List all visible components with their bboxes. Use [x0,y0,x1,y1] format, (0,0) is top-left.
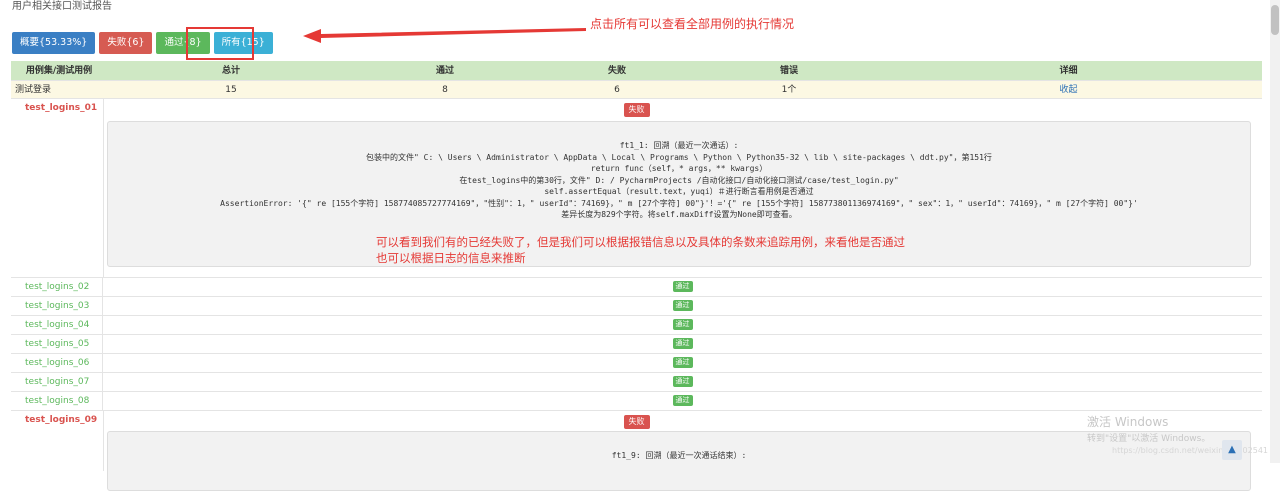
case-name[interactable]: test_logins_05 [11,335,103,353]
header-error: 错误 [779,66,798,76]
scrollbar-thumb[interactable] [1271,5,1279,35]
log-line: 包装中的文件" C: \ Users \ Administrator \ App… [366,152,992,162]
log-line: self.assertEqual（result.text，yuqi）＃进行断言看… [544,187,814,196]
case-row-failed: test_logins_01 失败 ft1_1: 回溯（最近一次通话）: 包装中… [11,99,1262,278]
all-tab-highlight [186,27,254,60]
log-line: ft1_1: 回溯（最近一次通话）: [619,141,739,150]
status-badge[interactable]: 通过 [672,395,693,406]
status-badge[interactable]: 通过 [672,281,693,292]
back-to-top-icon[interactable]: ▲ [1222,440,1242,460]
case-name[interactable]: test_logins_06 [11,354,103,372]
log-line: ft1_9: 回溯（最近一次通话结束）: [611,451,747,460]
summary-fail: 6 [614,85,620,95]
tab-annotation: 点击所有可以查看全部用例的执行情况 [590,17,795,31]
table-row: test_logins_07 通过 [11,373,1262,392]
table-row: test_logins_06 通过 [11,354,1262,373]
fail-annotation-line: 也可以根据日志的信息来推断 [376,251,526,265]
case-row-failed: test_logins_09 失败 ft1_9: 回溯（最近一次通话结束）: [11,411,1262,491]
table-header: 用例集/测试用例 总计 通过 失败 错误 详细 [11,61,1262,81]
status-badge[interactable]: 通过 [672,357,693,368]
scrollbar[interactable] [1270,0,1280,463]
table-row: test_logins_02 通过 [11,278,1262,297]
log-line: AssertionError: '{" re [155个字符] 15877408… [220,198,1138,208]
status-badge[interactable]: 通过 [672,319,693,330]
summary-total: 15 [225,85,237,95]
results-table: 用例集/测试用例 总计 通过 失败 错误 详细 测试登录 15 8 6 1个 收… [11,61,1262,491]
case-name[interactable]: test_logins_04 [11,316,103,334]
log-line: return func（self，* args，** kwargs） [590,164,768,173]
fail-annotation: 可以看到我们有的已经失败了，但是我们可以根据报错信息以及具体的条数来追踪用例，来… [376,234,905,266]
table-row: test_logins_03 通过 [11,297,1262,316]
failed-tab[interactable]: 失败{6} [99,32,153,54]
windows-watermark-sub: 转到"设置"以激活 Windows。 [1087,434,1211,444]
log-line: 在test_logins中的第30行，文件" D: / PycharmProje… [459,175,899,185]
header-case: 用例集/测试用例 [25,66,93,76]
summary-detail: 收起 [875,81,1262,98]
table-row: test_logins_08 通过 [11,392,1262,411]
header-fail: 失败 [607,66,626,76]
csdn-watermark: https://blog.csdn.net/weixin_43802541 [1112,446,1269,455]
collapse-link[interactable]: 收起 [1059,85,1077,95]
page-title: 用户相关接口测试报告 [12,1,112,12]
windows-watermark: 激活 Windows [1087,415,1169,429]
table-row: test_logins_04 通过 [11,316,1262,335]
error-log: ft1_1: 回溯（最近一次通话）: 包装中的文件" C: \ Users \ … [107,121,1251,267]
fail-annotation-line: 可以看到我们有的已经失败了，但是我们可以根据报错信息以及具体的条数来追踪用例，来… [376,235,905,249]
case-name[interactable]: test_logins_02 [11,278,103,296]
summary-tab[interactable]: 概要{53.33%} [12,32,96,54]
table-row: test_logins_05 通过 [11,335,1262,354]
case-name[interactable]: test_logins_08 [11,392,103,410]
summary-name: 测试登录 [15,85,52,95]
header-total: 总计 [221,66,240,76]
status-badge[interactable]: 通过 [672,338,693,349]
annotation-arrow-icon [303,28,586,43]
status-badge[interactable]: 失败 [623,103,650,117]
log-line: 差异长度为829个字符。将self.maxDiff设置为None即可查看。 [561,210,797,219]
case-name[interactable]: test_logins_03 [11,297,103,315]
status-badge[interactable]: 通过 [672,300,693,311]
error-log: ft1_9: 回溯（最近一次通话结束）: [107,431,1251,491]
summary-row: 测试登录 15 8 6 1个 收起 [11,81,1262,99]
case-name[interactable]: test_logins_07 [11,373,103,391]
summary-error: 1个 [781,85,797,95]
summary-pass: 8 [442,85,448,95]
status-badge[interactable]: 失败 [623,415,650,429]
header-detail: 详细 [1059,66,1078,76]
status-badge[interactable]: 通过 [672,376,693,387]
header-pass: 通过 [435,66,454,76]
